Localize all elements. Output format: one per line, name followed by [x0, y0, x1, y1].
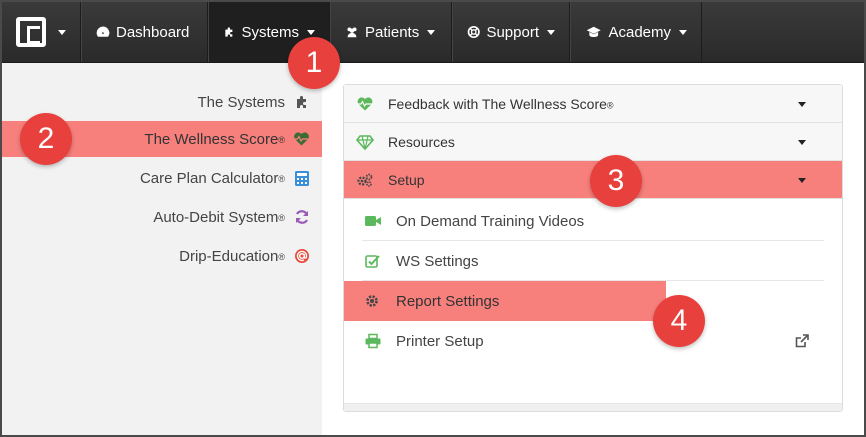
sidebar-item-drip-education[interactable]: Drip-Education®	[2, 238, 322, 274]
section-feedback[interactable]: Feedback with The Wellness Score®	[344, 85, 842, 123]
sidebar-item-label: Auto-Debit System®	[153, 208, 285, 226]
section-label: Resources	[388, 133, 455, 150]
sidebar-item-label: The Wellness Score®	[144, 130, 285, 148]
setup-item-printer-setup[interactable]: Printer Setup	[344, 321, 842, 361]
step-badge-3: 3	[590, 155, 642, 207]
cogs-icon	[357, 173, 373, 187]
section-resources[interactable]: Resources	[344, 123, 842, 161]
nav-dashboard-label: Dashboard	[116, 23, 190, 41]
nav-patients[interactable]: Patients	[330, 2, 452, 62]
systems-panel: Feedback with The Wellness Score® Resour…	[343, 84, 843, 412]
refresh-icon	[293, 209, 310, 226]
calculator-icon	[293, 170, 310, 187]
setup-item-label: Report Settings	[396, 292, 500, 310]
users-icon	[347, 27, 357, 38]
printer-icon	[365, 333, 381, 349]
chevron-down-icon	[427, 29, 436, 35]
puzzle-icon	[225, 27, 233, 37]
chevron-down-icon	[679, 29, 687, 35]
setup-item-label: Printer Setup	[396, 332, 484, 350]
heartbeat-icon	[357, 96, 373, 110]
sidebar-item-label: Drip-Education®	[179, 247, 285, 265]
checkbox-icon	[365, 255, 380, 268]
video-camera-icon	[365, 216, 381, 226]
setup-item-label: WS Settings	[396, 252, 479, 270]
at-sign-icon	[293, 248, 310, 265]
diamond-icon	[356, 134, 374, 150]
dashboard-icon	[96, 26, 110, 37]
top-navbar: Dashboard Systems Patients Support Acade…	[2, 2, 864, 63]
chevron-down-icon	[798, 140, 806, 145]
chevron-down-icon	[307, 29, 315, 35]
nav-dashboard[interactable]: Dashboard	[81, 2, 208, 62]
nav-support[interactable]: Support	[452, 2, 570, 62]
setup-item-report-settings[interactable]: Report Settings	[344, 281, 666, 321]
chevron-down-icon	[798, 178, 806, 183]
logo-icon	[16, 17, 46, 47]
logo-menu[interactable]	[2, 2, 81, 62]
step-badge-4: 4	[653, 295, 705, 347]
gear-icon	[366, 295, 378, 307]
step-badge-1: 1	[288, 37, 340, 89]
sidebar-item-label: Care Plan Calculator®	[139, 169, 285, 187]
chevron-down-icon	[547, 29, 555, 35]
chevron-down-icon	[798, 102, 806, 107]
puzzle-icon	[293, 94, 310, 111]
nav-systems-label: Systems	[241, 23, 299, 41]
panel-footer	[344, 403, 842, 411]
nav-academy[interactable]: Academy	[570, 2, 702, 62]
setup-item-training-videos[interactable]: On Demand Training Videos	[344, 201, 842, 241]
nav-patients-label: Patients	[365, 23, 420, 41]
setup-item-label: On Demand Training Videos	[396, 212, 585, 230]
external-link-icon[interactable]	[794, 333, 810, 349]
nav-support-label: Support	[486, 23, 539, 41]
section-label: Setup	[388, 171, 425, 188]
app-frame: Dashboard Systems Patients Support Acade…	[0, 0, 866, 437]
sidebar-item-label: The Systems	[197, 93, 285, 111]
graduation-cap-icon	[586, 26, 601, 37]
nav-academy-label: Academy	[608, 23, 671, 41]
setup-item-ws-settings[interactable]: WS Settings	[344, 241, 842, 281]
section-label: Feedback with The Wellness Score®	[388, 95, 614, 112]
heartbeat-icon	[293, 131, 310, 148]
sidebar-item-care-plan-calculator[interactable]: Care Plan Calculator®	[2, 160, 322, 196]
sidebar-item-auto-debit-system[interactable]: Auto-Debit System®	[2, 199, 322, 235]
lifebuoy-icon	[467, 25, 480, 39]
step-badge-2: 2	[20, 113, 72, 165]
chevron-down-icon	[58, 29, 66, 35]
